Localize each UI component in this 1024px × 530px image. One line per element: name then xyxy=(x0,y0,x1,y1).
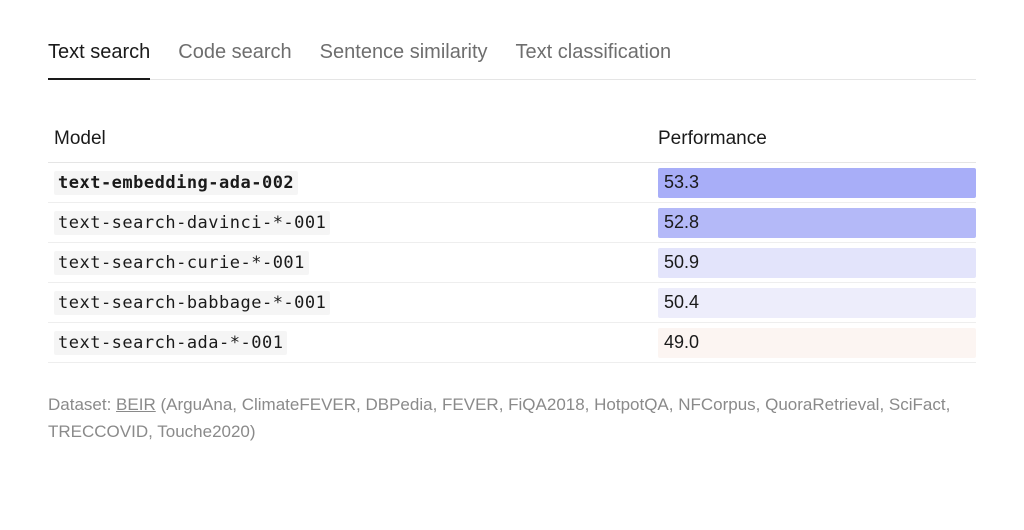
performance-value: 49.0 xyxy=(658,332,699,353)
dataset-footnote: Dataset: BEIR (ArguAna, ClimateFEVER, DB… xyxy=(48,391,976,445)
model-name: text-search-davinci-*-001 xyxy=(54,211,330,235)
performance-cell: 50.9 xyxy=(658,248,976,278)
performance-cell: 52.8 xyxy=(658,208,976,238)
performance-bar xyxy=(658,248,976,278)
table-row: text-search-babbage-*-001 50.4 xyxy=(48,283,976,323)
performance-table: Model Performance text-embedding-ada-002… xyxy=(48,128,976,363)
model-cell: text-search-ada-*-001 xyxy=(48,333,658,353)
footnote-suffix: (ArguAna, ClimateFEVER, DBPedia, FEVER, … xyxy=(48,395,950,441)
model-cell: text-search-curie-*-001 xyxy=(48,253,658,273)
model-cell: text-search-davinci-*-001 xyxy=(48,213,658,233)
performance-bar xyxy=(658,208,976,238)
dataset-link[interactable]: BEIR xyxy=(116,395,156,414)
performance-cell: 49.0 xyxy=(658,328,976,358)
performance-value: 50.9 xyxy=(658,252,699,273)
model-name: text-search-curie-*-001 xyxy=(54,251,309,275)
model-cell: text-search-babbage-*-001 xyxy=(48,293,658,313)
performance-bar xyxy=(658,328,976,358)
performance-value: 52.8 xyxy=(658,212,699,233)
model-name: text-embedding-ada-002 xyxy=(54,171,298,195)
model-name: text-search-ada-*-001 xyxy=(54,331,287,355)
header-model: Model xyxy=(48,128,658,150)
performance-bar xyxy=(658,168,976,198)
header-performance: Performance xyxy=(658,128,976,150)
table-header: Model Performance xyxy=(48,128,976,163)
tab-sentence-similarity[interactable]: Sentence similarity xyxy=(320,41,488,80)
model-name: text-search-babbage-*-001 xyxy=(54,291,330,315)
footnote-prefix: Dataset: xyxy=(48,395,116,414)
performance-value: 50.4 xyxy=(658,292,699,313)
table-row: text-search-ada-*-001 49.0 xyxy=(48,323,976,363)
tab-text-classification[interactable]: Text classification xyxy=(516,41,672,80)
tab-bar: Text search Code search Sentence similarit… xyxy=(48,40,976,80)
table-row: text-search-curie-*-001 50.9 xyxy=(48,243,976,283)
tab-code-search[interactable]: Code search xyxy=(178,41,291,80)
performance-value: 53.3 xyxy=(658,172,699,193)
model-cell: text-embedding-ada-002 xyxy=(48,173,658,193)
tab-text-search[interactable]: Text search xyxy=(48,41,150,80)
table-row: text-search-davinci-*-001 52.8 xyxy=(48,203,976,243)
performance-cell: 53.3 xyxy=(658,168,976,198)
table-row: text-embedding-ada-002 53.3 xyxy=(48,163,976,203)
performance-bar xyxy=(658,288,976,318)
performance-cell: 50.4 xyxy=(658,288,976,318)
